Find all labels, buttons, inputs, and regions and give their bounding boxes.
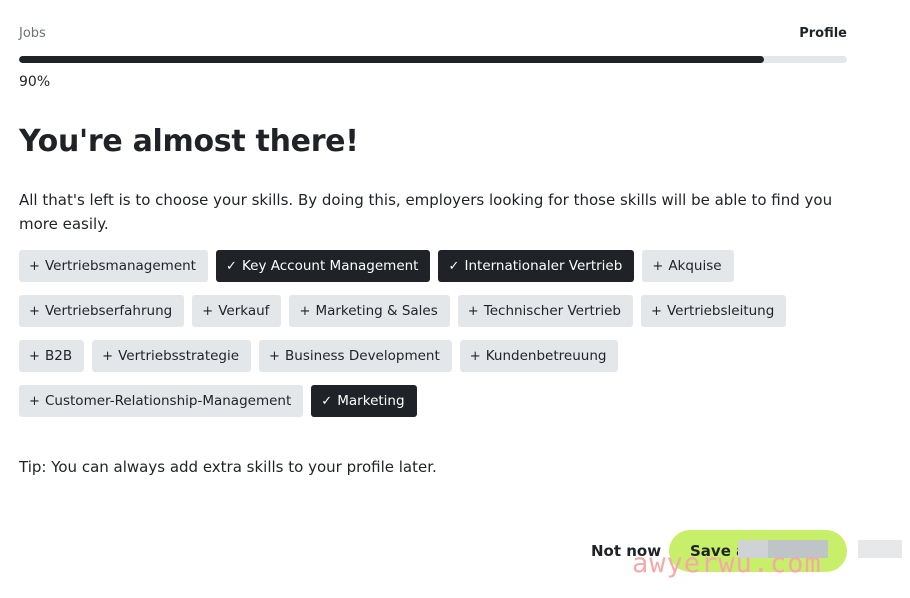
skill-chip-label: Technischer Vertrieb — [483, 303, 621, 319]
step-indicator: Jobs Profile — [19, 26, 847, 42]
progress-bar-fill — [19, 56, 765, 63]
skill-chip-label: Akquise — [668, 258, 722, 274]
skill-chip[interactable]: + Technischer Vertrieb — [457, 295, 633, 327]
save-button[interactable]: Save a — [669, 530, 847, 572]
plus-icon: + — [102, 348, 114, 364]
skill-chip-label: Customer-Relationship-Management — [45, 393, 292, 409]
skill-chip[interactable]: ✓ Marketing — [311, 385, 417, 417]
skill-chip[interactable]: + Vertriebsleitung — [640, 295, 787, 327]
plus-icon: + — [652, 258, 664, 274]
not-now-button[interactable]: Not now — [591, 536, 661, 566]
page-description: All that's left is to choose your skills… — [19, 191, 833, 233]
skill-chip-label: Key Account Management — [241, 258, 419, 274]
skill-chip[interactable]: + B2B — [19, 340, 85, 372]
plus-icon: + — [29, 303, 40, 319]
plus-icon: + — [269, 348, 280, 364]
skill-chip[interactable]: + Vertriebserfahrung — [19, 295, 185, 327]
progress-bar — [19, 56, 847, 63]
skill-chip-label: Business Development — [285, 348, 440, 364]
skill-chip-label: Vertriebsleitung — [666, 303, 775, 319]
check-icon: ✓ — [448, 258, 460, 274]
skill-chip[interactable]: + Kundenbetreuung — [459, 340, 619, 372]
watermark-block — [858, 540, 902, 558]
skill-chip-label: Marketing & Sales — [315, 303, 438, 319]
tip-text: Tip: You can always add extra skills to … — [19, 458, 437, 476]
step-profile: Profile — [799, 26, 847, 41]
check-icon: ✓ — [225, 258, 237, 274]
step-jobs: Jobs — [19, 26, 46, 41]
skill-chip-label: B2B — [45, 348, 73, 364]
plus-icon: + — [29, 393, 40, 409]
plus-icon: + — [202, 303, 214, 319]
skill-chip-label: Kundenbetreuung — [485, 348, 607, 364]
skill-chip[interactable]: ✓ Internationaler Vertrieb — [438, 250, 635, 282]
plus-icon: + — [650, 303, 662, 319]
skill-chip[interactable]: + Verkauf — [192, 295, 282, 327]
skill-chip[interactable]: + Marketing & Sales — [289, 295, 450, 327]
skill-chip-label: Vertriebsstrategie — [118, 348, 240, 364]
skill-chip[interactable]: + Vertriebsstrategie — [92, 340, 252, 372]
skill-chip[interactable]: + Akquise — [642, 250, 734, 282]
skill-chip-label: Marketing — [337, 393, 405, 409]
plus-icon: + — [299, 303, 311, 319]
skill-chip[interactable]: + Customer-Relationship-Management — [19, 385, 304, 417]
plus-icon: + — [29, 348, 40, 364]
skill-chip[interactable]: + Vertriebsmanagement — [19, 250, 208, 282]
skill-chip-label: Vertriebserfahrung — [45, 303, 173, 319]
check-icon: ✓ — [321, 393, 333, 409]
plus-icon: + — [29, 258, 40, 274]
skill-chip[interactable]: + Business Development — [259, 340, 452, 372]
skill-chip-label: Verkauf — [218, 303, 270, 319]
skill-chip-label: Internationaler Vertrieb — [464, 258, 623, 274]
progress-percent: 90% — [19, 74, 51, 90]
page-title: You're almost there! — [19, 124, 359, 159]
skill-chip-label: Vertriebsmanagement — [45, 258, 196, 274]
skills-list: + Vertriebsmanagement ✓ Key Account Managem… — [19, 250, 849, 417]
skill-chip[interactable]: ✓ Key Account Management — [215, 250, 431, 282]
plus-icon: + — [469, 348, 481, 364]
plus-icon: + — [467, 303, 479, 319]
